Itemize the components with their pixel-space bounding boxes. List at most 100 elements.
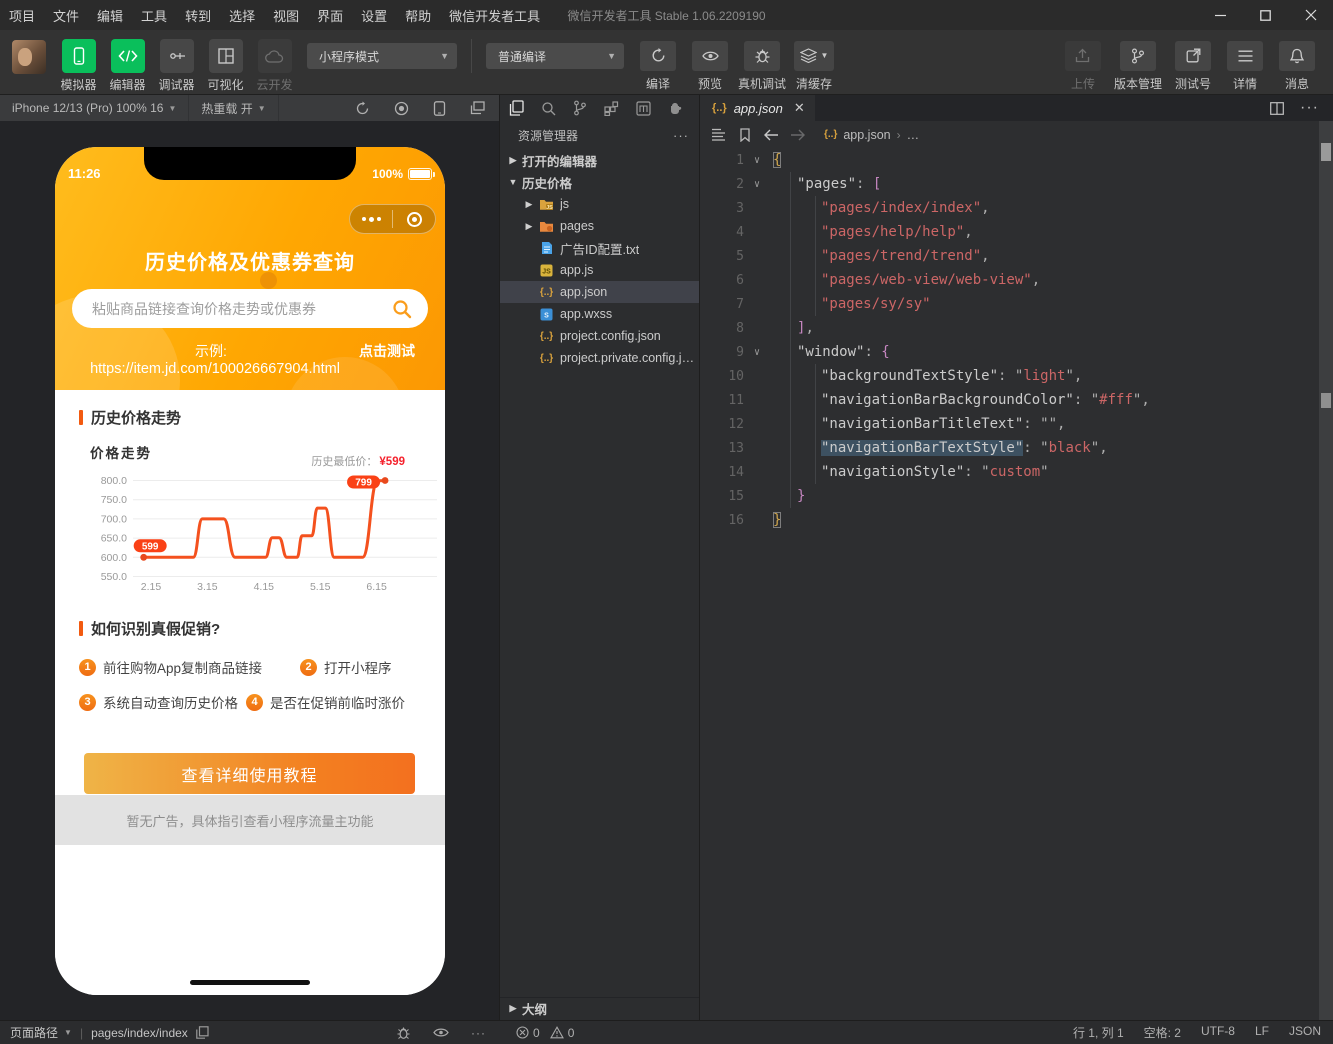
debug-icon (159, 39, 194, 73)
menu-编辑[interactable]: 编辑 (88, 0, 132, 30)
extensions-icon[interactable] (604, 100, 619, 116)
menu-工具[interactable]: 工具 (132, 0, 176, 30)
maximize-button[interactable] (1243, 0, 1288, 30)
menu-选择[interactable]: 选择 (220, 0, 264, 30)
toolbar-button-可视化[interactable]: 可视化 (201, 39, 250, 93)
section-price-history: 历史价格走势 (79, 407, 181, 428)
toolbar-button-云开发[interactable]: 云开发 (250, 39, 299, 93)
statusbar-preview-icon[interactable] (433, 1027, 449, 1038)
editor-scrollbar[interactable] (1319, 121, 1333, 1020)
toolbar-button-编译[interactable]: 编译 (632, 40, 684, 92)
toolbar-button-预览[interactable]: 预览 (684, 40, 736, 92)
problems-indicator[interactable]: 0 0 (500, 1026, 574, 1040)
tree-file-pages[interactable]: ▶ pages (500, 215, 699, 237)
mode-dropdown[interactable]: 小程序模式 ▼ (307, 43, 457, 69)
statusbar-debug-icon[interactable] (396, 1026, 411, 1040)
language-mode[interactable]: JSON (1289, 1024, 1321, 1041)
bookmark-icon[interactable] (732, 127, 758, 142)
detach-window-icon[interactable] (470, 101, 485, 115)
toolbar-button-清缓存[interactable]: ▼ 清缓存 (788, 40, 840, 92)
record-icon[interactable] (394, 101, 409, 116)
menu-项目[interactable]: 项目 (0, 0, 44, 30)
toolbar-button-调试器[interactable]: 调试器 (152, 39, 201, 93)
menu-转到[interactable]: 转到 (176, 0, 220, 30)
tree-file-project.private.config.js…[interactable]: {..} project.private.config.js… (500, 347, 699, 369)
txt-icon (538, 241, 555, 255)
restart-icon[interactable] (355, 101, 370, 116)
example-url: https://item.jd.com/100026667904.html (90, 361, 340, 377)
git-icon[interactable] (573, 100, 587, 116)
code-line-4: 4 "pages/help/help", (736, 224, 973, 240)
files-icon[interactable] (509, 100, 524, 116)
toolbar-button-编辑器[interactable]: 编辑器 (103, 39, 152, 93)
device-frame-icon[interactable] (433, 100, 446, 116)
list-icon (1227, 40, 1263, 71)
mock-icon[interactable] (668, 102, 684, 115)
eol[interactable]: LF (1255, 1024, 1269, 1041)
toolbar-button-真机调试[interactable]: 真机调试 (736, 40, 788, 92)
outline-section[interactable]: ▶ 大纲 (500, 997, 699, 1019)
more-icon[interactable] (350, 216, 392, 222)
code-line-12: 12 "navigationBarTitleText": "", (728, 416, 1066, 432)
scrollbar-thumb[interactable] (1321, 143, 1331, 161)
toolbar-button-详情[interactable]: 详情 (1219, 40, 1271, 92)
menu-微信开发者工具[interactable]: 微信开发者工具 (440, 0, 549, 30)
compile-mode-dropdown[interactable]: 普通编译 ▼ (486, 43, 624, 69)
tutorial-button[interactable]: 查看详细使用教程 (84, 753, 415, 794)
tree-section-历史价格[interactable]: ▼ 历史价格 (500, 171, 699, 193)
miniapp-capsule[interactable] (349, 204, 436, 234)
miniapp-card: 历史价格走势 价格走势 历史最低价： ¥599 800.0 750.0 700.0 65… (55, 390, 445, 995)
toolbar-button-测试号[interactable]: 测试号 (1167, 40, 1219, 92)
tree-file-app.wxss[interactable]: Sapp.wxss (500, 303, 699, 325)
forward-icon[interactable] (784, 129, 810, 141)
back-icon[interactable] (758, 129, 784, 141)
cursor-position[interactable]: 行 1, 列 1 (1073, 1024, 1124, 1041)
close-button[interactable] (1288, 0, 1333, 30)
tree-file-js[interactable]: ▶ JS js (500, 193, 699, 215)
toolbar-button-上传[interactable]: 上传 (1057, 40, 1109, 92)
wechat-devtools-window: 项目 文件 编辑 工具 转到 选择 视图 界面 设置 帮助 微信开发者工具 微信开发者工具 Stab… (0, 0, 1333, 1044)
test-link[interactable]: 点击测试 (359, 341, 415, 361)
titlebar: 项目 文件 编辑 工具 转到 选择 视图 界面 设置 帮助 微信开发者工具 微信开发者工具 Stab… (0, 0, 1333, 30)
outline-list-icon[interactable] (706, 128, 732, 141)
search-icon[interactable] (392, 299, 412, 319)
device-selector[interactable]: iPhone 12/13 (Pro) 100% 16 ▼ (0, 95, 190, 121)
copy-path-icon[interactable] (196, 1026, 209, 1039)
tree-file-project.config.json[interactable]: {..} project.config.json (500, 325, 699, 347)
toolbar-button-版本管理[interactable]: 版本管理 (1109, 40, 1167, 92)
menu-视图[interactable]: 视图 (264, 0, 308, 30)
explorer-more-icon[interactable]: ··· (673, 128, 689, 143)
tree-file-app.json[interactable]: {..} app.json (500, 281, 699, 303)
toolbar-button-消息[interactable]: 消息 (1271, 40, 1323, 92)
tab-appjson[interactable]: {..} app.json ✕ (700, 95, 815, 121)
statusbar-more-icon[interactable]: ··· (471, 1026, 486, 1040)
indent-setting[interactable]: 空格: 2 (1144, 1024, 1181, 1041)
editor-more-icon[interactable]: ··· (1300, 99, 1319, 117)
exit-icon[interactable] (393, 211, 435, 227)
tree-file-广告ID配置.txt[interactable]: 广告ID配置.txt (500, 237, 699, 259)
search-files-icon[interactable] (541, 101, 556, 116)
split-editor-icon[interactable] (1270, 101, 1284, 115)
search-input[interactable]: 粘贴商品链接查询价格走势或优惠券 (72, 289, 428, 328)
tab-close-icon[interactable]: ✕ (794, 100, 805, 116)
encoding[interactable]: UTF-8 (1201, 1024, 1235, 1041)
toolbar-label: 上传 (1070, 76, 1095, 91)
toolbar-button-模拟器[interactable]: 模拟器 (54, 39, 103, 93)
tree-file-app.js[interactable]: JS app.js (500, 259, 699, 281)
minimize-button[interactable] (1198, 0, 1243, 30)
user-avatar[interactable] (12, 40, 46, 74)
npm-icon[interactable] (636, 100, 651, 116)
code-content[interactable]: 1 ∨{2 ∨ "pages": [3 "pages/index/index", 4 "pa… (700, 148, 1333, 1020)
breadcrumb[interactable]: {..} app.json › … (824, 128, 919, 142)
menu-文件[interactable]: 文件 (44, 0, 88, 30)
page-path-label[interactable]: 页面路径 (10, 1024, 58, 1041)
hot-reload-toggle[interactable]: 热重载 开 ▼ (189, 95, 279, 121)
code-line-13: 13 "navigationBarTextStyle": "black", (728, 440, 1108, 456)
menu-帮助[interactable]: 帮助 (396, 0, 440, 30)
svg-text:JS: JS (546, 205, 553, 211)
tree-section-打开的编辑器[interactable]: ▶ 打开的编辑器 (500, 149, 699, 171)
menu-设置[interactable]: 设置 (352, 0, 396, 30)
menu-界面[interactable]: 界面 (308, 0, 352, 30)
step-number: 1 (79, 658, 96, 676)
toolbar-label: 详情 (1232, 76, 1257, 91)
